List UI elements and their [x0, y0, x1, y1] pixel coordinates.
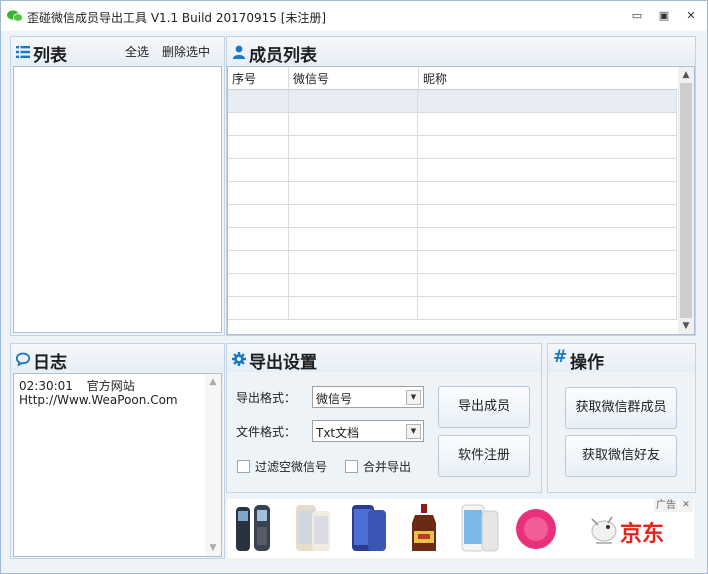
members-panel: 成员列表 序号 微信号 昵称 ▲ ▼ — [226, 36, 696, 336]
table-row[interactable] — [228, 181, 677, 205]
table-row[interactable] — [228, 90, 677, 113]
user-icon — [233, 45, 245, 59]
product-phone-gold[interactable] — [286, 501, 338, 555]
restore-button[interactable]: ▣ — [656, 8, 672, 24]
hash-icon: # — [553, 347, 568, 367]
log-scrollbar[interactable]: ▲ ▼ — [205, 374, 221, 556]
get-group-members-button[interactable]: 获取微信群成员 — [565, 387, 677, 429]
log-box[interactable]: 02:30:01 官方网站 Http://Www.WeaPoon.Com ▲ ▼ — [13, 373, 222, 557]
log-time: 02:30:01 — [19, 379, 73, 393]
list-panel-title: 列表 — [33, 46, 67, 66]
export-format-value: 微信号 — [316, 392, 353, 406]
product-phone-blue[interactable] — [342, 501, 394, 555]
log-line: Http://Www.WeaPoon.Com — [19, 393, 178, 407]
log-text: 官方网站 — [86, 379, 135, 393]
speech-bubble-icon — [16, 352, 30, 366]
ops-panel-title: 操作 — [570, 353, 604, 373]
get-friends-button[interactable]: 获取微信好友 — [565, 435, 677, 477]
list-panel-header: 列表 全选 删除选中 — [11, 37, 224, 66]
table-row[interactable] — [228, 158, 677, 182]
column-header-nickname[interactable]: 昵称 — [423, 70, 447, 87]
chevron-down-icon[interactable]: ▼ — [406, 424, 421, 439]
group-list[interactable] — [13, 66, 222, 333]
gear-icon — [232, 352, 246, 366]
phone-icon — [296, 505, 330, 551]
table-row[interactable] — [228, 204, 677, 228]
phone-icon — [461, 504, 499, 552]
phone-icon — [352, 505, 386, 551]
delete-selected-link[interactable]: 删除选中 — [162, 43, 210, 60]
log-line: 02:30:01 官方网站 — [19, 377, 135, 394]
export-panel-header: 导出设置 — [227, 344, 541, 373]
column-header-wechat-id[interactable]: 微信号 — [293, 70, 329, 87]
filter-empty-label[interactable]: 过滤空微信号 — [255, 458, 327, 475]
product-pink-cleanser[interactable] — [510, 501, 562, 555]
scroll-thumb[interactable] — [680, 83, 692, 318]
file-format-select[interactable]: Txt文档 ▼ — [312, 420, 424, 442]
log-panel: 日志 02:30:01 官方网站 Http://Www.WeaPoon.Com … — [10, 343, 225, 559]
select-all-link[interactable]: 全选 — [125, 43, 149, 60]
log-panel-title: 日志 — [33, 353, 67, 373]
window-title: 歪碰微信成员导出工具 V1.1 Build 20170915 [未注册] — [27, 11, 327, 25]
operations-panel: # 操作 获取微信群成员 获取微信好友 — [547, 343, 696, 493]
table-row[interactable] — [228, 296, 677, 320]
table-row[interactable] — [228, 135, 677, 159]
scroll-down-icon[interactable]: ▼ — [205, 541, 221, 555]
file-format-label: 文件格式： — [236, 425, 297, 439]
wechat-icon — [7, 10, 23, 22]
close-icon: ✕ — [686, 9, 696, 22]
merge-export-label[interactable]: 合并导出 — [363, 458, 411, 475]
minimize-icon: ▭ — [631, 9, 643, 22]
members-table-header: 序号 微信号 昵称 — [228, 67, 677, 90]
filter-empty-checkbox[interactable] — [237, 460, 250, 473]
table-row[interactable] — [228, 112, 677, 136]
members-table[interactable]: 序号 微信号 昵称 ▲ ▼ — [227, 66, 695, 335]
table-row[interactable] — [228, 227, 677, 251]
export-format-select[interactable]: 微信号 ▼ — [312, 386, 424, 408]
restore-icon: ▣ — [658, 9, 670, 22]
members-panel-title: 成员列表 — [249, 46, 317, 66]
members-scrollbar[interactable]: ▲ ▼ — [678, 67, 694, 334]
log-panel-header: 日志 — [11, 344, 224, 373]
members-panel-header: 成员列表 — [227, 37, 695, 66]
product-phone-3310[interactable] — [230, 501, 282, 555]
export-members-button[interactable]: 导出成员 — [438, 386, 530, 428]
phone-icon — [236, 505, 270, 551]
product-wine-bottle[interactable] — [398, 501, 450, 555]
chevron-down-icon[interactable]: ▼ — [406, 390, 421, 405]
ad-banner[interactable]: 京东 广告 ✕ — [227, 499, 694, 558]
export-panel-title: 导出设置 — [249, 353, 317, 373]
register-software-button[interactable]: 软件注册 — [438, 435, 530, 477]
scroll-up-icon[interactable]: ▲ — [678, 68, 694, 82]
minimize-button[interactable]: ▭ — [629, 8, 645, 24]
close-button[interactable]: ✕ — [683, 8, 699, 24]
table-row[interactable] — [228, 273, 677, 297]
export-settings-panel: 导出设置 导出格式： 微信号 ▼ 文件格式： Txt文档 ▼ 过滤空微信号 合并… — [226, 343, 542, 493]
members-table-body — [228, 90, 677, 320]
column-header-index[interactable]: 序号 — [232, 70, 256, 87]
list-icon — [16, 46, 30, 58]
scroll-down-icon[interactable]: ▼ — [678, 319, 694, 333]
file-format-value: Txt文档 — [316, 426, 360, 440]
log-text: Http://Www.WeaPoon.Com — [19, 393, 178, 407]
ad-close-icon[interactable]: ✕ — [679, 499, 693, 512]
jd-brand-text[interactable]: 京东 — [620, 516, 664, 548]
table-row[interactable] — [228, 250, 677, 274]
merge-export-checkbox[interactable] — [345, 460, 358, 473]
app-window: 歪碰微信成员导出工具 V1.1 Build 20170915 [未注册] ▭ ▣… — [0, 0, 708, 574]
bottle-icon — [412, 504, 436, 551]
title-bar[interactable]: 歪碰微信成员导出工具 V1.1 Build 20170915 [未注册] ▭ ▣… — [1, 1, 707, 31]
scroll-up-icon[interactable]: ▲ — [205, 375, 221, 389]
export-format-label: 导出格式： — [236, 391, 297, 405]
ops-panel-header: # 操作 — [548, 344, 695, 373]
cleanser-icon — [516, 509, 556, 549]
ad-label: 广告 — [654, 499, 678, 512]
product-phone-white[interactable] — [454, 501, 506, 555]
list-panel: 列表 全选 删除选中 — [10, 36, 225, 336]
